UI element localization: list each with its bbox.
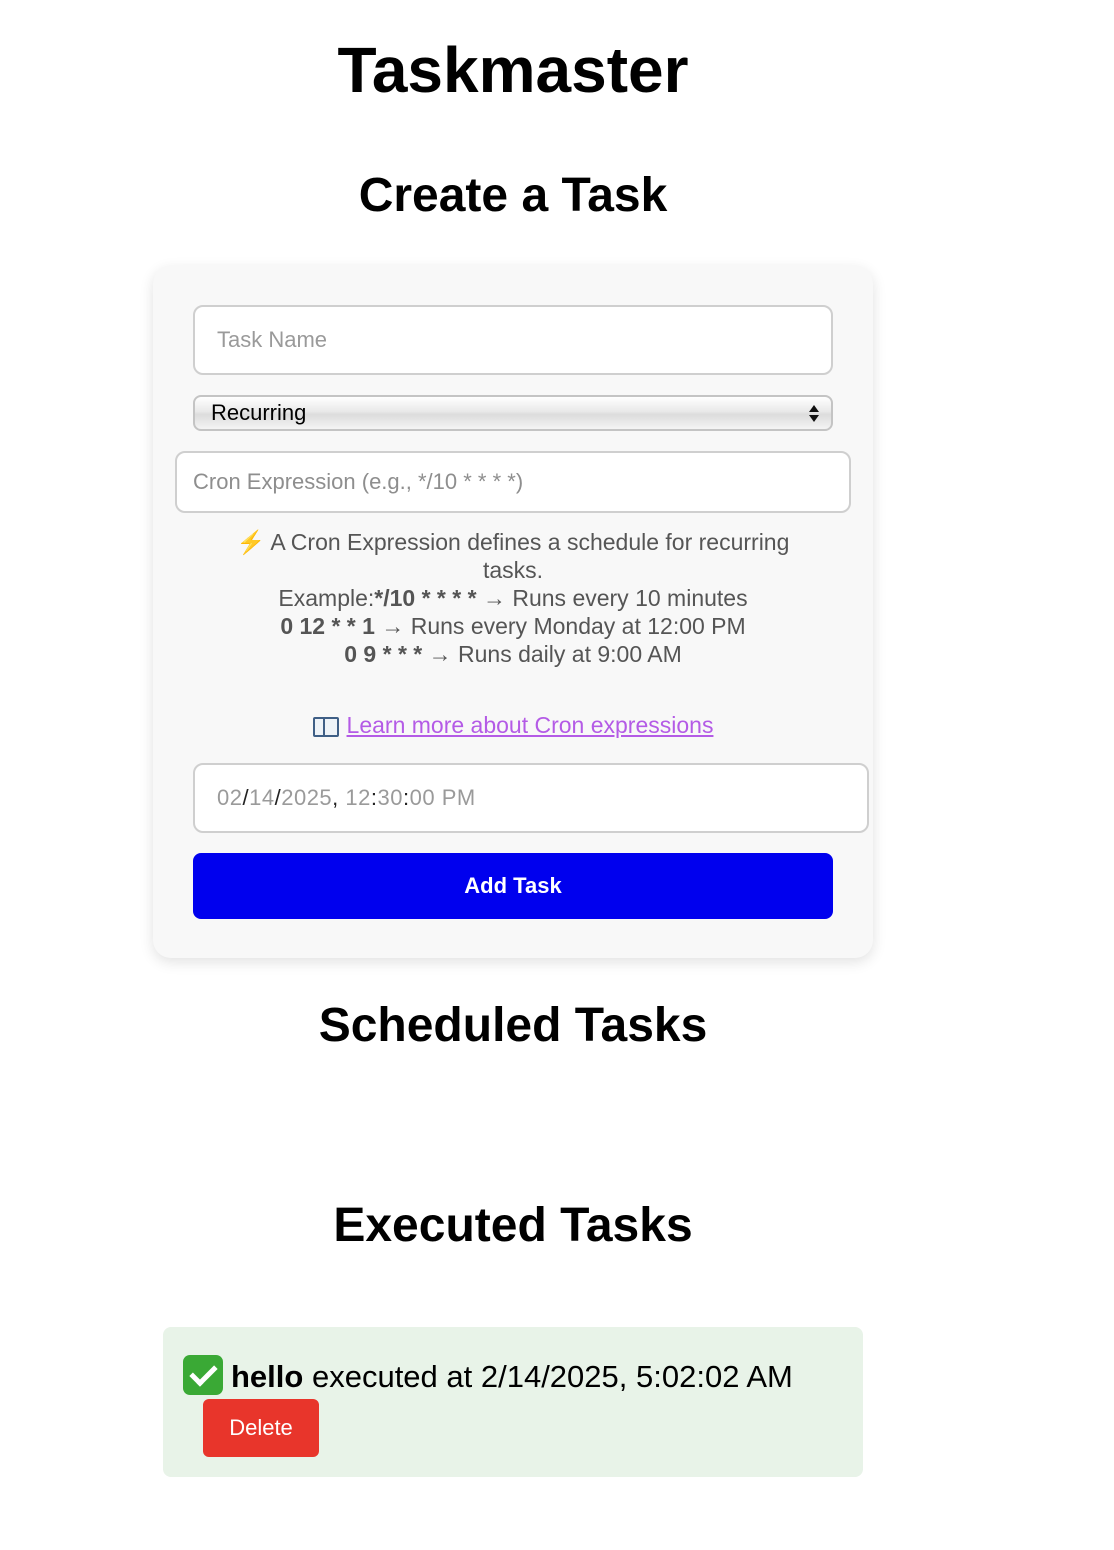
datetime-hour[interactable]: 12 [345, 785, 370, 811]
task-form: Recurring ⚡ A Cron Expression defines a … [153, 266, 873, 958]
cron-expression-input[interactable] [175, 451, 851, 513]
learn-more-row: Learn more about Cron expressions [153, 710, 873, 740]
open-book-icon [312, 717, 339, 737]
datetime-minute[interactable]: 30 [378, 785, 403, 811]
task-type-value: Recurring [211, 400, 307, 425]
example-description: → Runs every 10 minutes [482, 585, 748, 611]
updown-arrows-icon [809, 401, 819, 425]
add-task-button[interactable]: Add Task [193, 853, 833, 919]
scheduled-tasks-title: Scheduled Tasks [318, 999, 708, 1052]
datetime-input[interactable]: 02/14/2025, 12:30:00 PM [193, 763, 869, 833]
cron-help-intro-text: A Cron Expression defines a schedule for… [270, 529, 790, 583]
task-name-input[interactable] [193, 305, 833, 375]
example-expression: 0 12 * * 1 [280, 613, 375, 639]
cron-example-line: Example:*/10 * * * * → Runs every 10 min… [213, 584, 813, 612]
datetime-month[interactable]: 02 [217, 785, 242, 811]
create-task-title: Create a Task [358, 169, 668, 222]
executed-task-line: hello executed at 2/14/2025, 5:02:02 AM [183, 1355, 793, 1397]
check-mark-icon [183, 1355, 223, 1395]
example-expression: */10 * * * * [374, 585, 477, 611]
cron-help-intro: ⚡ A Cron Expression defines a schedule f… [213, 528, 813, 584]
example-expression: 0 9 * * * [344, 641, 423, 667]
cron-example-line: 0 12 * * 1 → Runs every Monday at 12:00 … [213, 612, 813, 640]
example-description: → Runs every Monday at 12:00 PM [381, 613, 746, 639]
app-title: Taskmaster [337, 34, 689, 106]
cron-help-text: ⚡ A Cron Expression defines a schedule f… [213, 528, 813, 668]
example-description: → Runs daily at 9:00 AM [428, 641, 682, 667]
task-type-select[interactable]: Recurring [193, 395, 833, 431]
datetime-day[interactable]: 14 [249, 785, 274, 811]
page: Taskmaster Create a Task Recurring ⚡ A C… [0, 0, 1114, 1550]
executed-task-item: hello executed at 2/14/2025, 5:02:02 AM … [163, 1327, 863, 1477]
lightning-bolt-icon: ⚡ [236, 529, 266, 555]
example-prefix: Example: [278, 585, 375, 611]
executed-task-text: executed at 2/14/2025, 5:02:02 AM [311, 1359, 793, 1394]
delete-button[interactable]: Delete [203, 1399, 319, 1457]
datetime-year[interactable]: 2025 [281, 785, 332, 811]
executed-task-name: hello [231, 1359, 304, 1394]
datetime-period[interactable]: PM [442, 785, 476, 811]
learn-more-link[interactable]: Learn more about Cron expressions [347, 712, 714, 738]
datetime-second[interactable]: 00 [410, 785, 435, 811]
cron-example-line: 0 9 * * * → Runs daily at 9:00 AM [213, 640, 813, 668]
executed-tasks-title: Executed Tasks [333, 1199, 693, 1252]
